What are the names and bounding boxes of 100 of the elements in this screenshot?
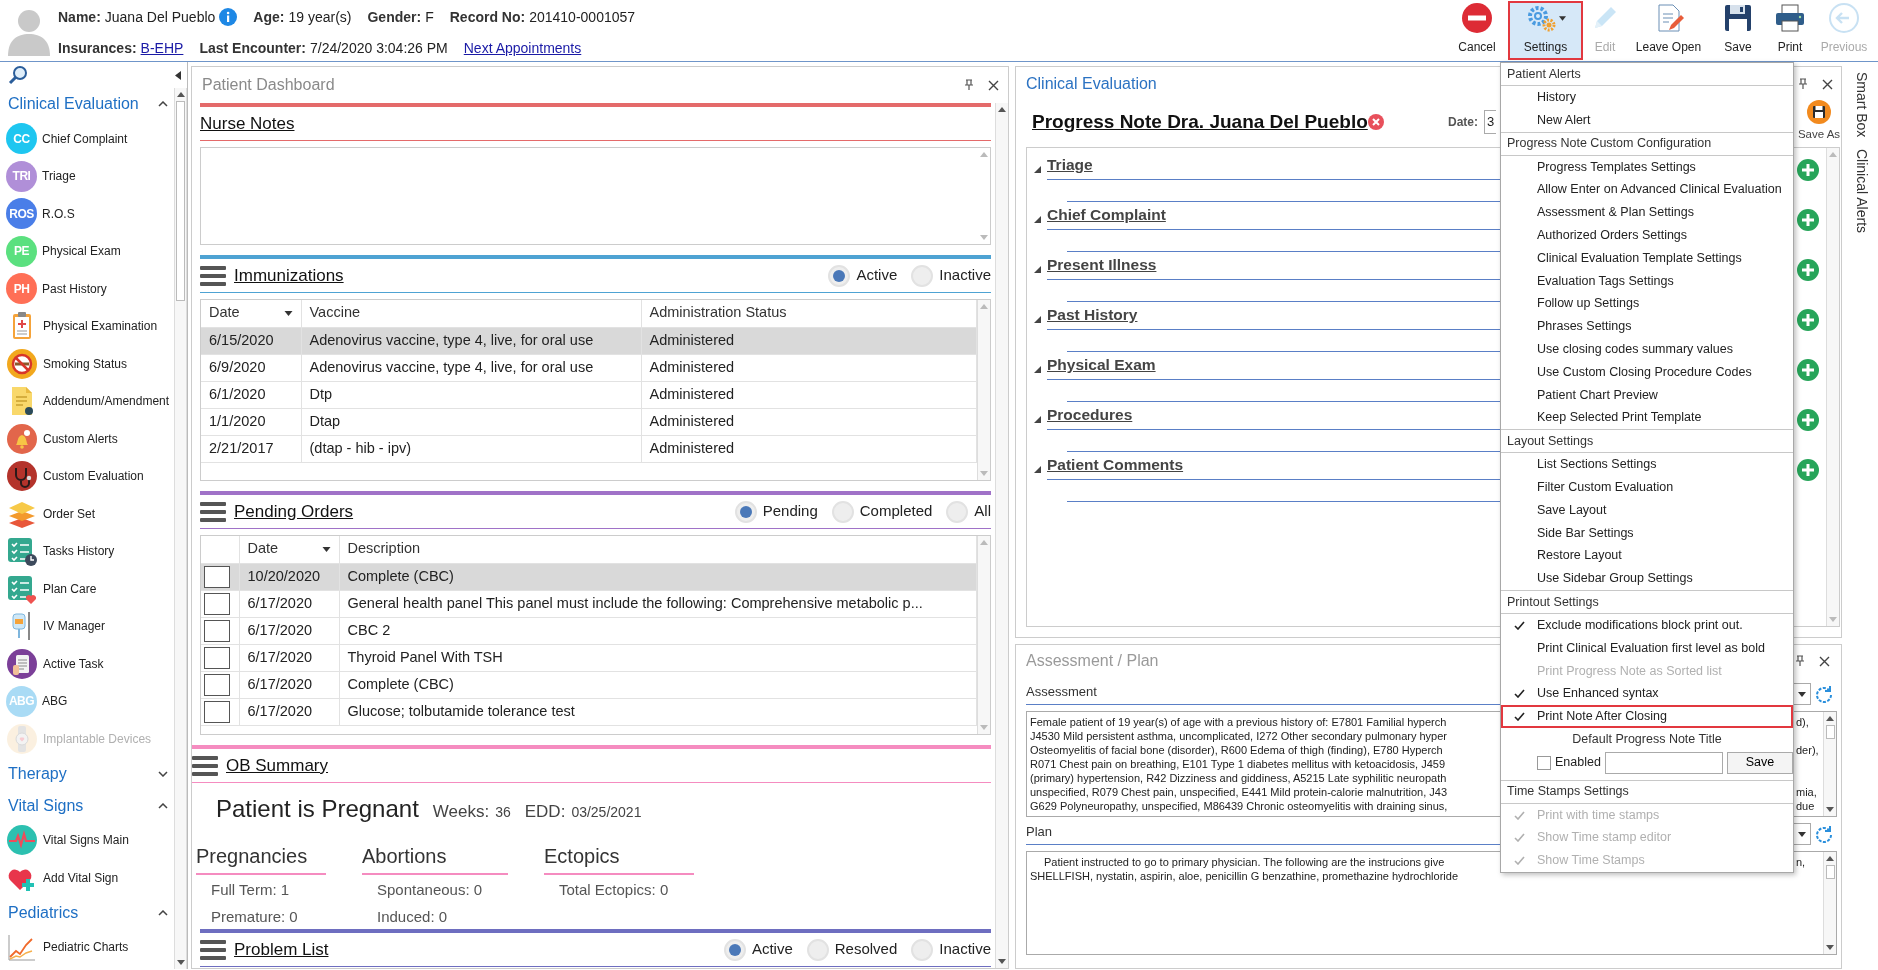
expanded-icon[interactable] (1033, 316, 1041, 323)
menu-item[interactable]: Clinical Evaluation Template Settings (1501, 246, 1793, 270)
section-title[interactable]: Procedures (1047, 406, 1133, 423)
table-row[interactable]: 6/9/2020 Adenovirus vaccine, type 4, live, for oral use Administered (201, 354, 977, 381)
column-header[interactable]: Description (339, 536, 977, 563)
table-row[interactable]: 1/1/2020 Dtap Administered (201, 408, 977, 435)
sidebar-item[interactable]: Vital Signs Main (0, 821, 174, 859)
section-title[interactable]: Nurse Notes (200, 110, 295, 137)
expanded-icon[interactable] (1033, 466, 1041, 473)
expanded-icon[interactable] (1033, 366, 1041, 373)
menu-item[interactable]: List Sections Settings (1501, 453, 1793, 476)
checkbox[interactable] (204, 565, 230, 588)
side-tab[interactable]: Clinical Alerts (1851, 149, 1872, 234)
menu-item[interactable]: Filter Custom Evaluation (1501, 475, 1793, 499)
sidebar-item[interactable]: Physical Examination (0, 307, 174, 345)
chevron-up-icon[interactable] (158, 802, 168, 809)
menu-item[interactable]: History (1501, 86, 1793, 109)
side-tab[interactable]: Smart Box (1851, 72, 1872, 138)
checkbox[interactable] (204, 619, 230, 642)
table-row[interactable]: 6/17/2020 General health panel This panel must include the following: Comprehensive metabolic p... (201, 590, 977, 617)
pin-icon[interactable] (1797, 78, 1809, 90)
sidebar-item[interactable]: ABG ABG (0, 682, 174, 720)
menu-item[interactable]: Progress Templates Settings (1501, 155, 1793, 179)
radio-option[interactable]: Pending (734, 500, 818, 523)
section-title[interactable]: Present Illness (1047, 256, 1157, 273)
sidebar-item[interactable]: PE Physical Exam (0, 232, 174, 270)
menu-item[interactable]: Print Clinical Evaluation first level as bold (1501, 636, 1793, 660)
notes-field[interactable] (200, 147, 991, 245)
expanded-icon[interactable] (1033, 416, 1041, 423)
date-field[interactable]: 3 (1484, 110, 1496, 134)
menu-item[interactable]: Phrases Settings (1501, 315, 1793, 338)
table-row[interactable]: 2/21/2017 (dtap - hib - ipv) Administered (201, 435, 977, 462)
sidebar-item[interactable]: Add Vital Sign (0, 859, 174, 897)
save-button[interactable]: Save (1726, 751, 1793, 774)
menu-item[interactable]: Use Enhanced syntax (1501, 682, 1793, 706)
group-header[interactable]: Therapy (8, 761, 67, 786)
menu-icon[interactable] (192, 754, 218, 777)
sidebar-item[interactable]: Custom Evaluation (0, 457, 174, 495)
radio-option[interactable]: Active (828, 264, 898, 287)
menu-item[interactable]: Use Sidebar Group Settings (1501, 567, 1793, 590)
expanded-icon[interactable] (1033, 216, 1041, 223)
info-icon[interactable] (219, 8, 238, 26)
checkbox[interactable] (204, 700, 230, 723)
toolbar-button[interactable]: Save (1710, 1, 1766, 60)
toolbar-button[interactable]: Settings (1508, 1, 1583, 60)
section-title[interactable]: Patient Comments (1047, 456, 1184, 473)
sidebar-item[interactable]: Order Set (0, 495, 174, 533)
menu-item[interactable]: Follow up Settings (1501, 292, 1793, 316)
checkbox[interactable] (204, 592, 230, 615)
sidebar-item[interactable]: Tasks History (0, 532, 174, 570)
close-icon[interactable] (1821, 77, 1834, 91)
toolbar-button[interactable]: Cancel (1451, 1, 1503, 60)
sidebar-item[interactable]: Custom Alerts (0, 420, 174, 458)
menu-icon[interactable] (200, 938, 226, 961)
sidebar-item[interactable]: Pediatric Charts (0, 928, 174, 966)
menu-icon[interactable] (200, 500, 226, 523)
table-row[interactable]: 10/20/2020 Complete (CBC) (201, 563, 977, 590)
menu-item[interactable]: Side Bar Settings (1501, 521, 1793, 545)
sidebar-item[interactable]: PH Past History (0, 270, 174, 308)
save-as-button[interactable]: Save As (1798, 100, 1840, 144)
group-header[interactable]: Clinical Evaluation (8, 92, 139, 116)
radio-option[interactable]: Completed (831, 500, 933, 523)
table-row[interactable]: 6/17/2020 CBC 2 (201, 617, 977, 644)
checkbox[interactable] (204, 673, 230, 696)
title-field[interactable] (1604, 751, 1723, 774)
radio-option[interactable]: Inactive (911, 938, 991, 961)
add-icon[interactable] (1797, 309, 1819, 331)
table-row[interactable]: 6/1/2020 Dtp Administered (201, 381, 977, 408)
section-title[interactable]: Problem List (234, 936, 329, 963)
sidebar-item[interactable]: IV Manager (0, 607, 174, 645)
menu-item[interactable]: Use Custom Closing Procedure Codes (1501, 360, 1793, 384)
menu-item[interactable]: New Alert (1501, 108, 1793, 132)
checkbox[interactable] (1537, 755, 1551, 770)
add-icon[interactable] (1797, 459, 1819, 481)
sidebar-item[interactable]: TRI Triage (0, 157, 174, 195)
add-icon[interactable] (1797, 259, 1819, 281)
section-title[interactable]: OB Summary (226, 752, 329, 779)
section-title[interactable]: Past History (1047, 306, 1138, 323)
expanded-icon[interactable] (1033, 166, 1041, 173)
close-icon[interactable] (1818, 654, 1831, 668)
radio-option[interactable]: Inactive (911, 264, 991, 287)
sidebar-item[interactable]: Active Task (0, 645, 174, 683)
add-icon[interactable] (1797, 159, 1819, 181)
sidebar-item[interactable]: Addendum/Amendment (0, 382, 174, 420)
menu-item[interactable]: Save Layout (1501, 498, 1793, 522)
column-header[interactable]: Administration Status (641, 300, 977, 327)
add-icon[interactable] (1797, 359, 1819, 381)
link[interactable]: Next Appointments (463, 37, 582, 59)
menu-icon[interactable] (200, 264, 226, 287)
column-header[interactable]: Vaccine (301, 300, 641, 327)
menu-item[interactable]: Assessment & Plan Settings (1501, 201, 1793, 224)
sidebar-item[interactable]: Smoking Status (0, 345, 174, 383)
menu-item[interactable]: Keep Selected Print Template (1501, 406, 1793, 430)
menu-item[interactable]: Allow Enter on Advanced Clinical Evaluation (1501, 178, 1793, 202)
section-title[interactable]: Immunizations (234, 262, 344, 289)
search-icon[interactable] (8, 65, 28, 85)
group-header[interactable]: Vital Signs (8, 793, 84, 818)
sidebar-item[interactable]: ROS R.O.S (0, 195, 174, 233)
pin-icon[interactable] (963, 79, 975, 91)
chevron-up-icon[interactable] (158, 909, 168, 916)
